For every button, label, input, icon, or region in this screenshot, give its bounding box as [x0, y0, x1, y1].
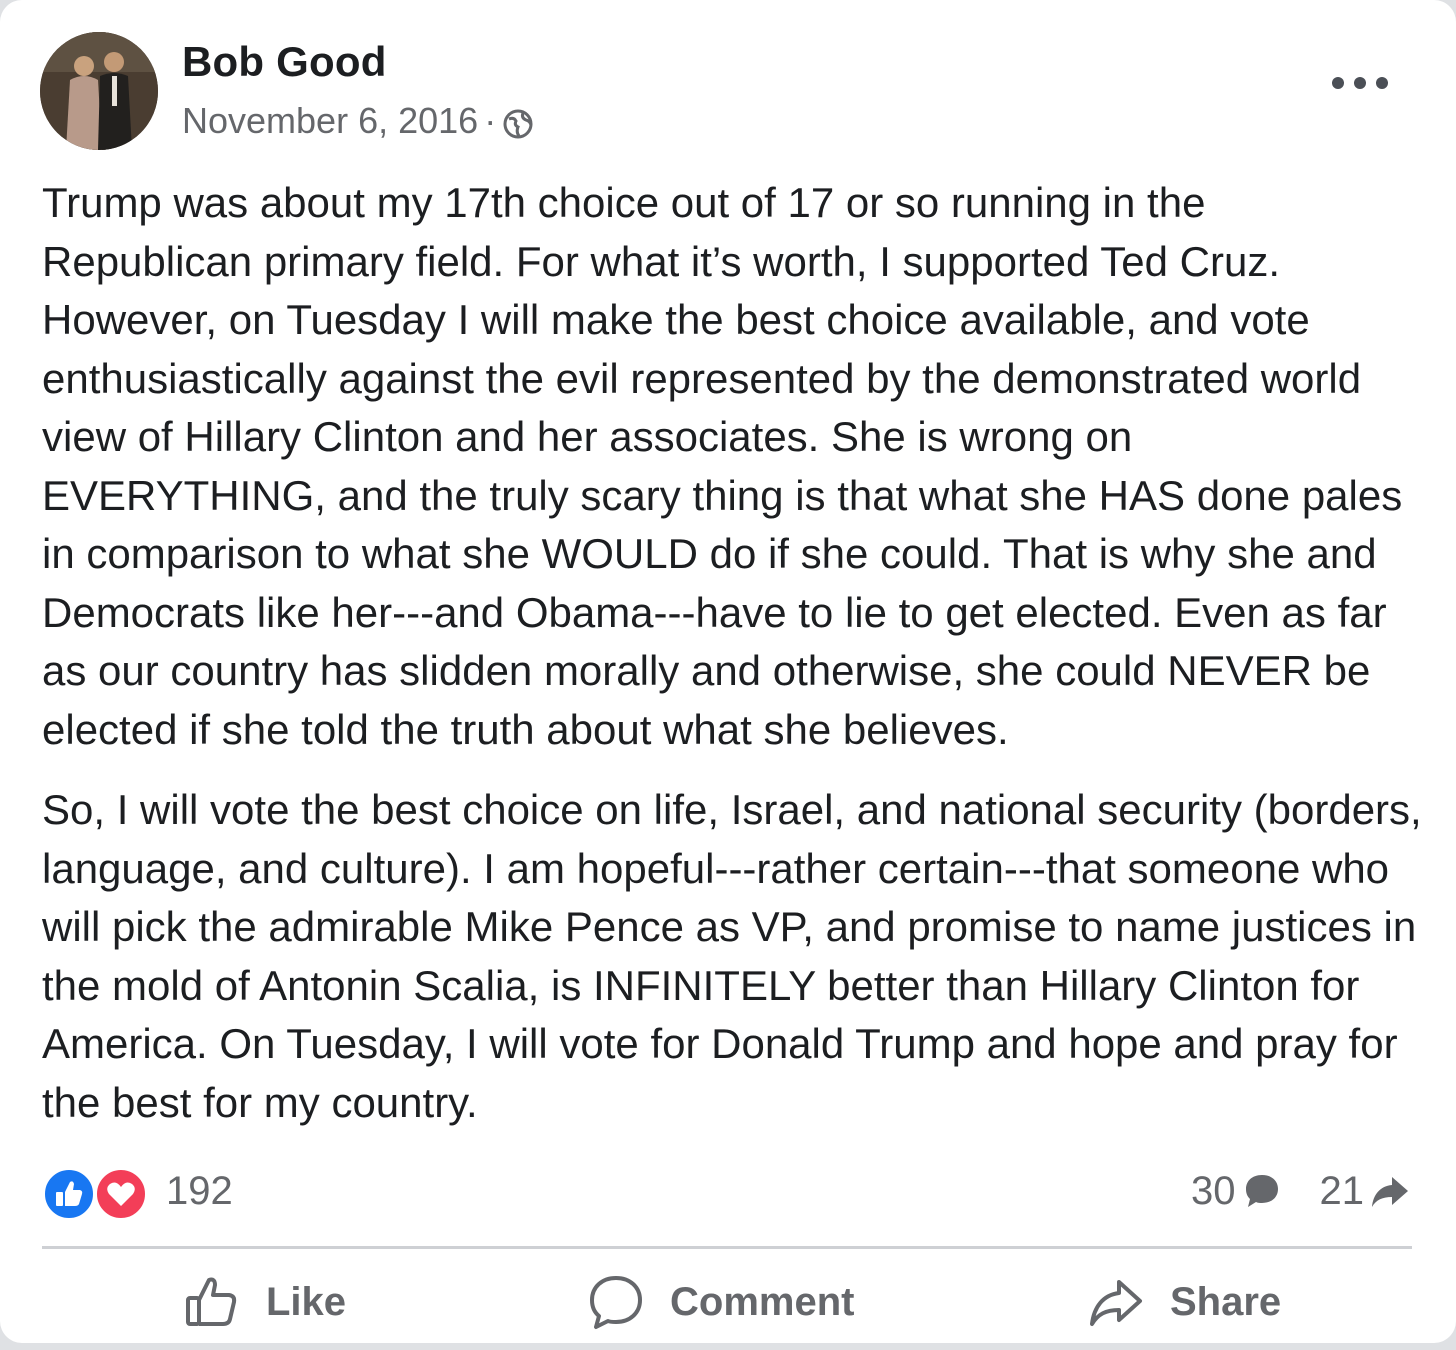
engagement-counts: 30 21	[1191, 1164, 1412, 1218]
comment-count-link[interactable]: 30	[1191, 1169, 1284, 1214]
share-button[interactable]: Share	[1086, 1262, 1281, 1342]
share-count-link[interactable]: 21	[1320, 1169, 1413, 1214]
actions-divider	[42, 1246, 1412, 1249]
share-arrow-icon	[1372, 1177, 1408, 1207]
thumbs-up-icon	[186, 1277, 237, 1326]
post-header: Bob Good November 6, 2016 ·	[40, 32, 1416, 152]
post-stats: 192 30 21	[42, 1160, 1412, 1221]
post-paragraph: So, I will vote the best choice on life,…	[42, 786, 1422, 1126]
love-reaction-icon	[94, 1167, 148, 1221]
share-count: 21	[1319, 1168, 1365, 1213]
reaction-icons	[42, 1164, 152, 1221]
like-button[interactable]: Like	[182, 1262, 346, 1342]
author-name[interactable]: Bob Good	[182, 38, 387, 86]
more-dot	[1354, 77, 1366, 89]
comment-icon	[590, 1276, 642, 1329]
reaction-count: 192	[166, 1168, 233, 1213]
author-avatar[interactable]	[40, 32, 158, 150]
post-actions: Like Comment Share	[42, 1262, 1412, 1342]
post-paragraph: Trump was about my 17th choice out of 17…	[42, 179, 1403, 753]
reactions-summary[interactable]: 192	[42, 1164, 233, 1221]
like-reaction-icon	[42, 1167, 96, 1221]
post-card: Bob Good November 6, 2016 · Trump was ab…	[0, 0, 1456, 1343]
comment-label: Comment	[670, 1279, 855, 1324]
globe-icon	[502, 107, 534, 139]
share-icon	[1090, 1280, 1142, 1326]
comment-button[interactable]: Comment	[586, 1262, 854, 1342]
comment-count: 30	[1191, 1168, 1236, 1213]
more-options-icon[interactable]	[1332, 68, 1388, 98]
post-date[interactable]: November 6, 2016	[182, 100, 478, 142]
post-body: Trump was about my 17th choice out of 17…	[42, 174, 1422, 1132]
more-dot	[1332, 77, 1344, 89]
post-meta: November 6, 2016 ·	[182, 100, 534, 142]
comment-bubble-icon	[1245, 1175, 1278, 1207]
like-label: Like	[266, 1279, 347, 1324]
share-label: Share	[1170, 1279, 1282, 1324]
meta-separator: ·	[484, 100, 497, 141]
more-dot	[1376, 77, 1388, 89]
